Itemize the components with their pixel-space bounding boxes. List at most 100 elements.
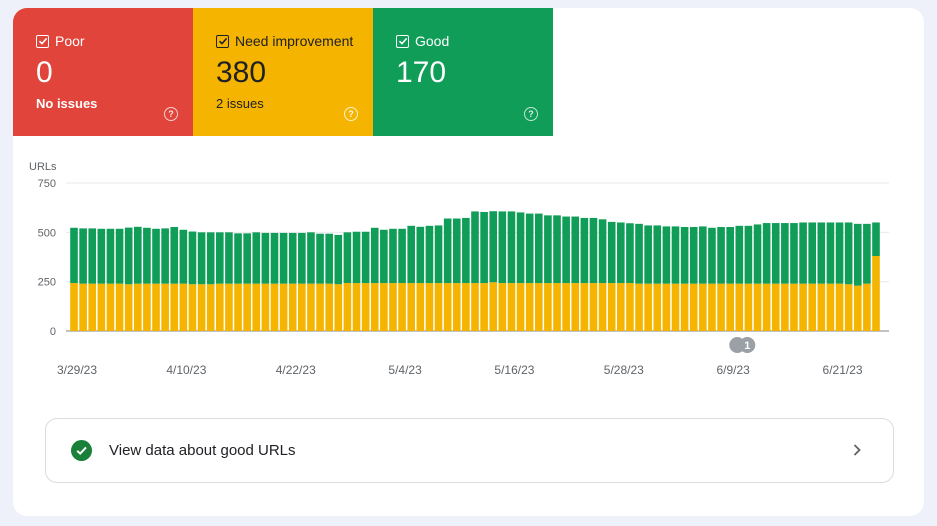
bar-good	[443, 218, 452, 284]
bar-need-improvement	[216, 283, 224, 331]
bar-good	[197, 232, 206, 285]
bar-need-improvement	[853, 285, 862, 331]
help-icon[interactable]: ?	[164, 107, 178, 121]
urls-bar-chart: URLs 0 250 500 750 3/29/23 4/10/23 4/22/23 5/4/2…	[29, 161, 889, 377]
bar-need-improvement	[115, 283, 124, 331]
bar-good	[352, 231, 361, 284]
bar-good	[507, 211, 516, 284]
bar-good	[216, 232, 224, 284]
help-icon[interactable]: ?	[344, 107, 358, 121]
tile-good[interactable]: Good 170 ?	[373, 8, 553, 136]
y-tick-label: 250	[38, 277, 56, 289]
x-tick-label: 5/28/23	[604, 363, 644, 377]
bar-need-improvement	[708, 283, 716, 331]
bar-need-improvement	[626, 283, 634, 331]
checkbox-checked-icon[interactable]	[396, 34, 409, 48]
bar-good	[571, 216, 580, 284]
bar-need-improvement	[298, 283, 306, 331]
bar-need-improvement	[507, 283, 516, 331]
y-tick-label: 0	[50, 326, 56, 338]
bar-need-improvement	[252, 283, 261, 331]
bar-need-improvement	[781, 283, 789, 331]
bar-need-improvement	[544, 283, 552, 331]
bar-need-improvement	[516, 283, 525, 331]
bar-good	[735, 225, 744, 284]
bar-good	[170, 227, 179, 284]
bar-need-improvement	[653, 283, 662, 331]
bar-good	[644, 225, 652, 284]
bar-good	[635, 223, 643, 284]
bar-good	[307, 232, 315, 284]
tile-need-improvement[interactable]: Need improvement 380 2 issues ?	[193, 8, 373, 136]
bar-need-improvement	[462, 283, 470, 331]
x-tick-label: 4/10/23	[166, 363, 206, 377]
x-tick-label: 5/4/23	[388, 363, 422, 377]
bar-good	[334, 234, 343, 285]
bar-need-improvement	[79, 283, 87, 331]
bar-need-improvement	[717, 283, 725, 331]
x-tick-label: 4/22/23	[276, 363, 316, 377]
bar-good	[261, 232, 270, 284]
tile-poor-label: Poor	[55, 33, 85, 49]
bar-good	[671, 226, 680, 284]
bar-need-improvement	[790, 283, 798, 331]
chevron-right-icon	[853, 444, 861, 456]
bar-need-improvement	[835, 283, 844, 331]
bar-good	[370, 227, 379, 284]
bar-need-improvement	[598, 283, 607, 331]
tile-poor-sub: No issues	[36, 96, 98, 111]
bar-good	[617, 222, 625, 284]
bar-need-improvement	[316, 283, 324, 331]
bar-good	[790, 223, 798, 284]
bar-good	[243, 233, 251, 284]
help-icon[interactable]: ?	[524, 107, 538, 121]
bar-need-improvement	[498, 283, 507, 331]
bar-good	[380, 229, 388, 284]
bar-good	[872, 222, 880, 257]
tile-poor[interactable]: Poor 0 No issues ?	[13, 8, 193, 136]
bar-good	[844, 222, 853, 285]
bar-need-improvement	[425, 283, 434, 331]
bar-good	[589, 217, 598, 284]
x-tick-label: 6/21/23	[823, 363, 863, 377]
bar-good	[680, 227, 689, 284]
bar-need-improvement	[234, 283, 242, 331]
checkbox-checked-icon[interactable]	[216, 34, 229, 48]
x-tick-label: 3/29/23	[57, 363, 97, 377]
bar-need-improvement	[799, 283, 807, 331]
bar-need-improvement	[133, 283, 142, 331]
bar-good	[407, 225, 416, 284]
view-good-urls-link[interactable]: View data about good URLs	[45, 418, 894, 483]
bar-good	[708, 227, 716, 284]
bar-need-improvement	[771, 283, 780, 331]
bar-good	[598, 219, 607, 284]
tile-ni-sub: 2 issues	[216, 96, 264, 111]
bar-good	[270, 232, 279, 284]
tile-ni-value: 380	[216, 56, 267, 89]
bar-need-improvement	[124, 284, 133, 331]
bar-need-improvement	[416, 283, 425, 331]
bar-good	[88, 228, 97, 284]
bar-good	[817, 222, 826, 284]
bar-need-improvement	[589, 283, 598, 331]
checkbox-checked-icon[interactable]	[36, 34, 49, 48]
bar-need-improvement	[143, 283, 151, 331]
bar-good	[252, 232, 261, 284]
bar-need-improvement	[744, 283, 753, 331]
bar-good	[416, 226, 425, 284]
bar-good	[544, 215, 552, 284]
bar-need-improvement	[662, 283, 671, 331]
bar-need-improvement	[380, 283, 388, 331]
bar-need-improvement	[671, 283, 680, 331]
bar-good	[653, 225, 662, 284]
bar-good	[288, 232, 297, 284]
bar-good	[143, 227, 151, 284]
bar-need-improvement	[863, 283, 871, 331]
bar-good	[133, 226, 142, 284]
x-tick-label: 5/16/23	[494, 363, 534, 377]
bar-need-improvement	[170, 283, 179, 331]
bar-need-improvement	[361, 283, 370, 331]
bar-good	[662, 226, 671, 284]
x-tick-label: 6/9/23	[716, 363, 750, 377]
bar-need-improvement	[844, 284, 853, 331]
